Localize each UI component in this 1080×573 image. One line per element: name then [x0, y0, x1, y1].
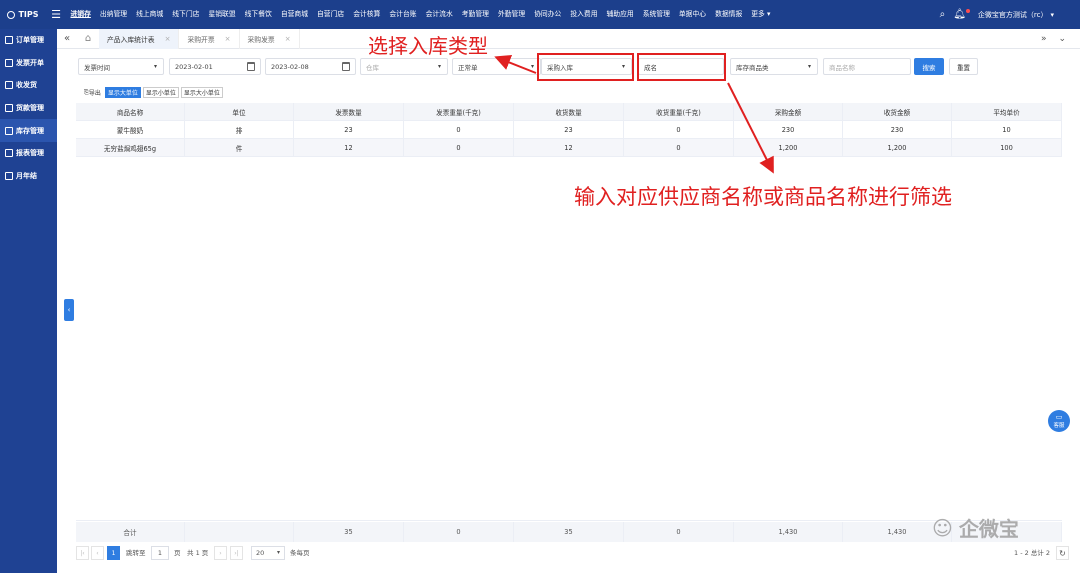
arrow-to-type-label [494, 54, 537, 74]
annotation-arrows [494, 54, 774, 174]
arrow-to-hint [727, 82, 774, 174]
